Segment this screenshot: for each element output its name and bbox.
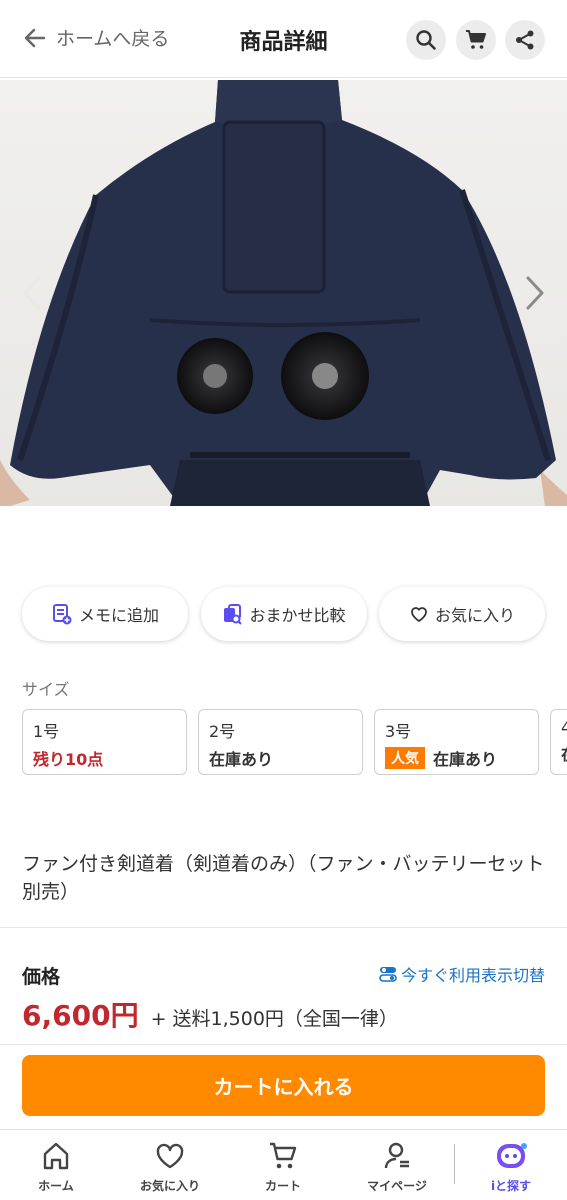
nav-divider [454,1144,455,1184]
image-prev-button[interactable] [12,270,52,316]
kendo-jacket-illustration [0,80,567,506]
size-label: サイズ [22,680,70,699]
nav-assistant[interactable]: iと探す [463,1140,559,1194]
search-icon [416,30,436,50]
price-label: 価格 [22,966,61,988]
compare-button[interactable]: おまかせ比較 [200,587,367,641]
size-name: 4 [561,718,567,737]
share-icon [516,30,534,50]
assistant-icon [497,1143,527,1168]
nav-cart-label: カート [264,1179,301,1193]
display-switch-label: 今すぐ利用表示切替 [400,966,545,985]
size-stock: 残り10点 [33,750,104,769]
nav-favorites-label: お気に入り [139,1179,200,1193]
favorite-label: お気に入り [434,606,515,625]
chevron-right-icon [526,276,544,310]
add-memo-button[interactable]: メモに追加 [22,587,188,641]
share-button[interactable] [505,20,545,60]
back-button[interactable]: ホームへ戻る [22,24,169,51]
cart-icon [466,30,486,49]
nav-cart[interactable]: カート [235,1140,331,1194]
person-icon [384,1142,409,1169]
favorite-button[interactable]: お気に入り [379,587,545,641]
display-switch-link[interactable]: 今すぐ利用表示切替 [379,962,545,986]
size-stock: 在庫あり [209,750,274,769]
divider [0,927,567,928]
size-stock: 在 [561,741,567,765]
size-stock: 在庫あり [433,750,498,769]
product-image[interactable] [0,80,567,506]
header-cart-button[interactable] [456,20,496,60]
size-option-2[interactable]: 2号 在庫あり [198,709,363,775]
home-icon [43,1142,69,1170]
size-stock-row: 人気 在庫あり [385,746,528,770]
image-next-button[interactable] [515,270,555,316]
action-chips: メモに追加 おまかせ比較 お気に入り [22,587,545,641]
cart-icon [270,1142,297,1169]
header: ホームへ戻る 商品詳細 [0,0,567,78]
nav-home[interactable]: ホーム [8,1140,104,1194]
shipping-fee: + 送料1,500円（全国一律） [150,1008,398,1030]
size-option-4[interactable]: 4 在 [550,709,567,775]
product-name: ファン付き剣道着（剣道着のみ）（ファン・バッテリーセット別売） [22,853,545,903]
size-option-1[interactable]: 1号 残り10点 [22,709,187,775]
size-name: 1号 [33,722,60,741]
compare-label: おまかせ比較 [249,606,346,625]
back-label: ホームへ戻る [56,28,170,50]
price-row: 6,600円 + 送料1,500円（全国一律） [22,994,398,1034]
add-memo-label: メモに追加 [78,606,159,625]
size-option-3[interactable]: 3号 人気 在庫あり [374,709,539,775]
add-to-cart-button[interactable]: カートに入れる [22,1055,545,1116]
heart-icon [156,1143,184,1169]
chevron-left-icon [23,276,41,310]
bottom-nav: ホーム お気に入り カート マイページ iと探す [0,1129,567,1200]
heart-icon [411,607,427,622]
divider [0,1044,567,1045]
nav-home-label: ホーム [38,1179,74,1193]
price-amount: 6,600円 [22,999,139,1032]
popular-badge: 人気 [385,747,425,769]
size-name: 2号 [209,722,236,741]
compare-icon [224,604,243,625]
search-button[interactable] [406,20,446,60]
arrow-left-icon [24,28,46,47]
size-name: 3号 [385,722,412,741]
nav-assistant-label: iと探す [490,1179,532,1193]
nav-mypage[interactable]: マイページ [349,1140,445,1194]
size-options: 1号 残り10点 2号 在庫あり 3号 人気 在庫あり 4 在 [22,709,567,775]
toggle-icon [379,967,397,982]
memo-add-icon [52,604,72,625]
nav-favorites[interactable]: お気に入り [122,1140,218,1194]
nav-mypage-label: マイページ [367,1179,427,1193]
